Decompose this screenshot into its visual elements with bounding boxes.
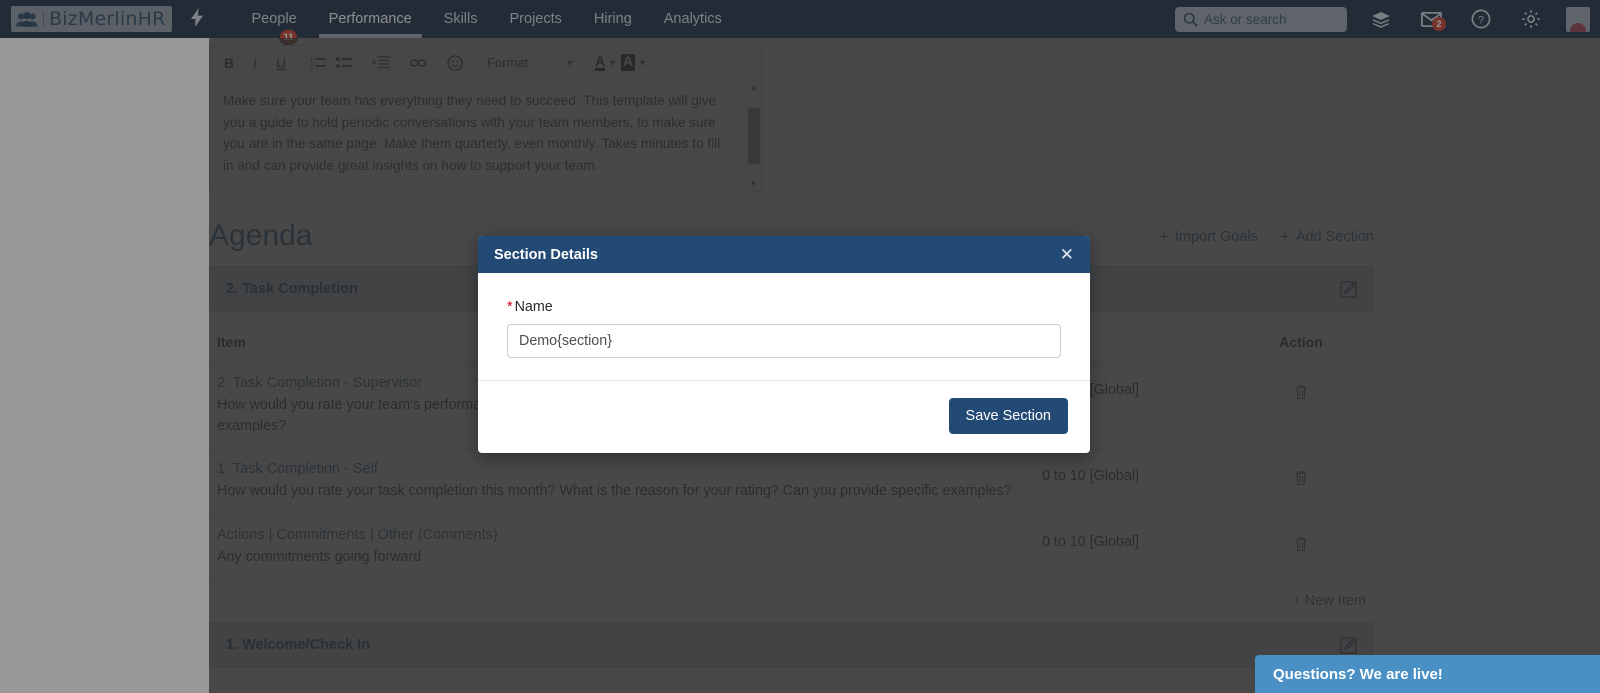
section-name-input[interactable] [507, 324, 1061, 358]
save-section-button[interactable]: Save Section [948, 398, 1068, 434]
dialog-header: Section Details ✕ [478, 236, 1090, 273]
live-chat-label: Questions? We are live! [1273, 665, 1443, 683]
close-icon[interactable]: ✕ [1060, 246, 1074, 263]
name-field-label: * Name [507, 299, 1061, 315]
dialog-body: * Name [478, 273, 1090, 380]
required-marker: * [507, 299, 513, 315]
dialog-title: Section Details [494, 246, 598, 263]
dialog-footer: Save Section [478, 380, 1090, 453]
name-label-text: Name [514, 299, 553, 315]
app-root: BizMerlinHR People 11 Performance Skills… [0, 0, 1600, 693]
section-details-dialog: Section Details ✕ *Name Save Section [478, 236, 1090, 453]
live-chat-widget[interactable]: Questions? We are live! [1255, 655, 1600, 693]
